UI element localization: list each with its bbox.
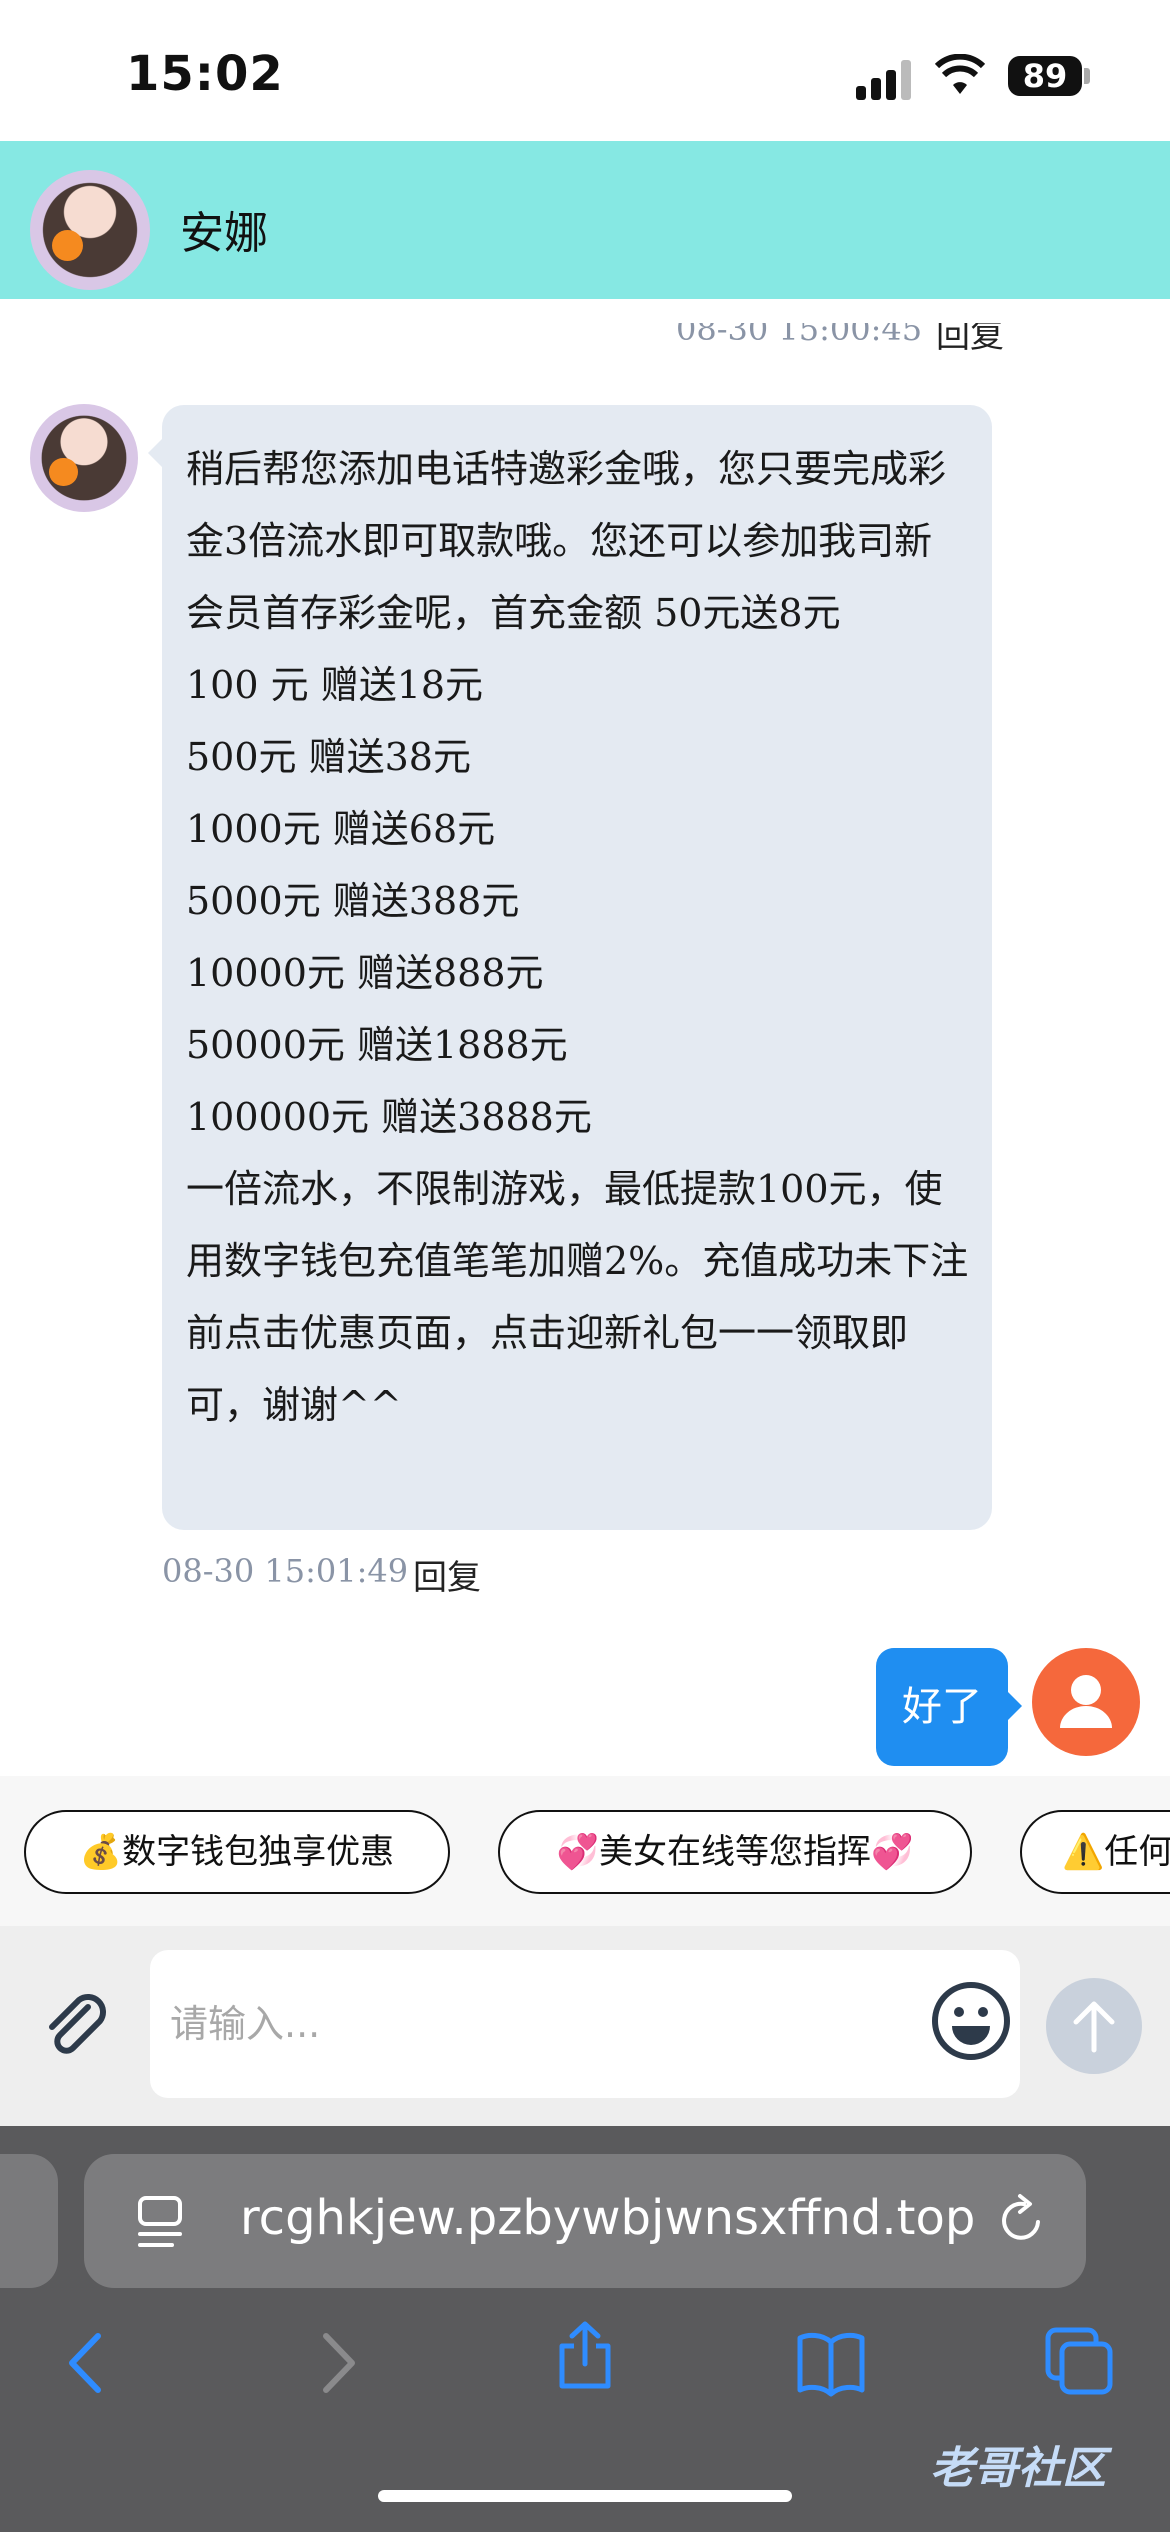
battery-tip: [1084, 68, 1090, 84]
message-timestamp: 08-30 15:01:49: [162, 1552, 409, 1590]
url-text[interactable]: rcghkjew.pzbywbjwnsxffnd.top: [240, 2190, 975, 2246]
share-icon[interactable]: [550, 2320, 620, 2390]
battery-level: 89: [1008, 56, 1082, 96]
reader-mode-icon[interactable]: [132, 2192, 188, 2252]
arrow-up-icon: [1073, 2001, 1115, 2053]
scroll-edge-mask: [0, 299, 1170, 323]
send-button[interactable]: [1046, 1978, 1142, 2074]
cellular-signal-icon: [856, 60, 916, 100]
emoji-icon[interactable]: [930, 1980, 1012, 2062]
outgoing-message-bubble: 好了: [876, 1648, 1022, 1766]
previous-tab-preview[interactable]: [0, 2154, 58, 2288]
incoming-message-text: 稍后帮您添加电话特邀彩金哦，您只要完成彩金3倍流水即可取款哦。您还可以参加我司新…: [186, 447, 969, 1427]
wifi-icon: [935, 54, 985, 94]
forward-icon[interactable]: [302, 2328, 372, 2398]
reload-icon[interactable]: [994, 2190, 1050, 2250]
home-indicator[interactable]: [378, 2490, 792, 2502]
incoming-message-bubble: 稍后帮您添加电话特邀彩金哦，您只要完成彩金3倍流水即可取款哦。您还可以参加我司新…: [148, 405, 992, 1530]
tabs-icon[interactable]: [1044, 2326, 1114, 2396]
status-time: 15:02: [126, 46, 284, 102]
message-input[interactable]: [150, 1950, 1020, 2098]
attachment-icon[interactable]: [36, 1985, 116, 2065]
person-icon: [1060, 1675, 1112, 1728]
contact-name: 安娜: [180, 208, 268, 259]
user-avatar: [1032, 1648, 1140, 1756]
watermark-logo: 老哥社区: [930, 2443, 1106, 2494]
bookmarks-icon[interactable]: [796, 2328, 866, 2398]
quick-reply-chip[interactable]: ⚠️任何: [1020, 1810, 1170, 1894]
chat-header: [0, 141, 1170, 320]
contact-avatar[interactable]: [30, 170, 150, 290]
back-icon[interactable]: [52, 2328, 122, 2398]
quick-reply-chip[interactable]: 💰数字钱包独享优惠: [24, 1810, 450, 1894]
reply-button[interactable]: 回复: [413, 1550, 481, 1599]
sender-avatar[interactable]: [30, 404, 138, 512]
quick-reply-chip[interactable]: 💞美女在线等您指挥💞: [498, 1810, 972, 1894]
quick-reply-bar: 💰数字钱包独享优惠 💞美女在线等您指挥💞 ⚠️任何: [0, 1776, 1170, 1926]
